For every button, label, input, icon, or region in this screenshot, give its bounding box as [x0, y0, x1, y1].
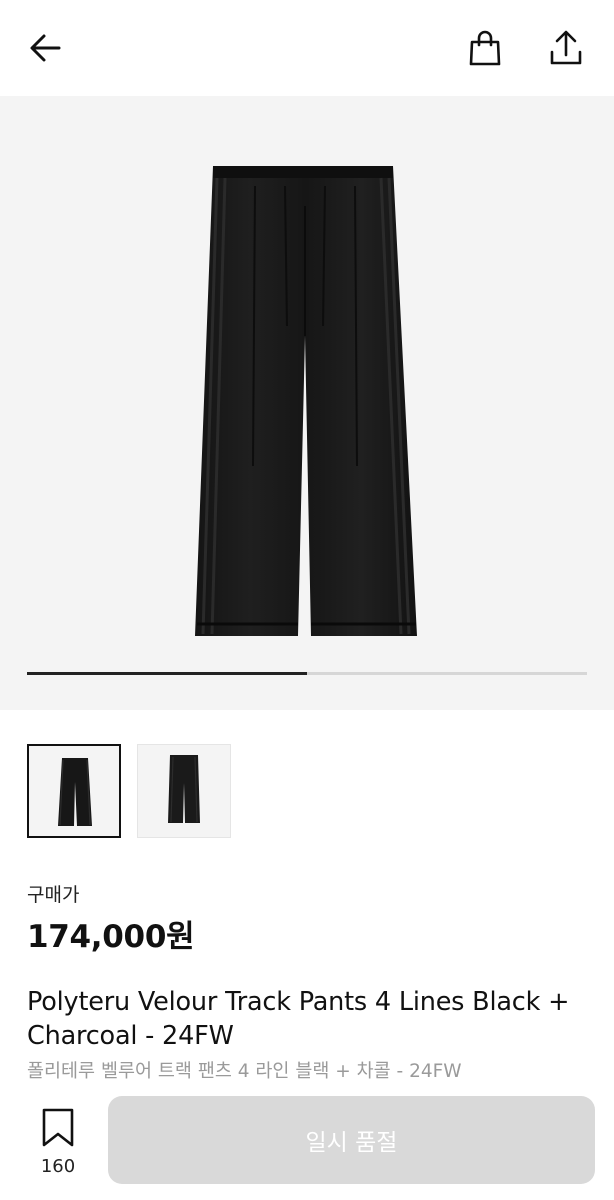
bookmark-icon — [42, 1108, 74, 1147]
carousel-progress-fill — [27, 672, 307, 675]
back-button[interactable] — [24, 26, 68, 70]
carousel-progress — [27, 672, 587, 675]
price-label: 구매가 — [27, 884, 80, 906]
thumbnail-image — [168, 755, 200, 823]
bottom-action-bar: 160 일시 품절 — [0, 1082, 614, 1200]
shopping-bag-icon — [469, 30, 501, 66]
product-title-korean: 폴리테루 벨루어 트랙 팬츠 4 라인 블랙 + 차콜 - 24FW — [27, 1061, 462, 1082]
sold-out-button[interactable]: 일시 품절 — [108, 1096, 595, 1184]
share-icon — [550, 30, 582, 65]
product-image-carousel[interactable] — [0, 96, 614, 710]
share-button[interactable] — [544, 26, 588, 70]
cart-button[interactable] — [463, 26, 507, 70]
product-image — [195, 166, 417, 636]
bookmark-button[interactable]: 160 — [28, 1106, 88, 1180]
price: 174,000원 — [27, 919, 195, 955]
thumbnail-image — [58, 758, 92, 826]
product-title: Polyteru Velour Track Pants 4 Lines Blac… — [27, 987, 570, 1051]
top-nav-bar — [0, 0, 614, 96]
thumbnail-1[interactable] — [27, 744, 121, 838]
bookmark-count: 160 — [40, 1156, 76, 1177]
arrow-left-icon — [30, 34, 61, 62]
thumbnail-2[interactable] — [137, 744, 231, 838]
